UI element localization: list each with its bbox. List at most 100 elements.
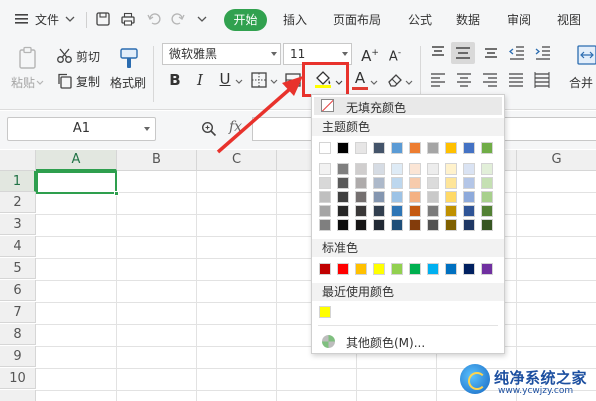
theme-shade-swatch[interactable] [463, 191, 475, 203]
theme-shade-swatch[interactable] [481, 163, 493, 175]
column-header[interactable]: A [36, 150, 117, 171]
theme-color-swatch[interactable] [319, 142, 331, 154]
theme-color-swatch[interactable] [373, 142, 385, 154]
row-header[interactable]: 3 [0, 214, 36, 235]
theme-shade-swatch[interactable] [337, 205, 349, 217]
align-center-icon[interactable] [455, 71, 473, 89]
row-header[interactable]: 5 [0, 258, 36, 279]
eraser-icon[interactable] [386, 71, 404, 89]
name-box[interactable]: A1 [7, 117, 156, 141]
row-header[interactable]: 4 [0, 236, 36, 257]
theme-shade-swatch[interactable] [391, 177, 403, 189]
theme-color-swatch[interactable] [445, 142, 457, 154]
italic-button[interactable]: I [191, 71, 209, 89]
save-icon[interactable] [95, 11, 111, 27]
tab-home[interactable]: 开始 [224, 9, 267, 31]
theme-shade-swatch[interactable] [337, 219, 349, 231]
format-painter-button[interactable]: 格式刷 [110, 74, 146, 91]
scissors-icon[interactable] [56, 47, 74, 65]
align-left-icon[interactable] [429, 71, 447, 89]
align-right-icon[interactable] [481, 71, 499, 89]
tab-page-layout[interactable]: 页面布局 [333, 11, 381, 28]
theme-shade-swatch[interactable] [355, 191, 367, 203]
no-fill-option[interactable]: 无填充颜色 [314, 97, 502, 115]
theme-shade-swatch[interactable] [409, 177, 421, 189]
theme-color-swatch[interactable] [337, 142, 349, 154]
theme-shade-swatch[interactable] [391, 205, 403, 217]
file-menu[interactable]: 文件 [35, 11, 59, 28]
copy-button[interactable]: 复制 [76, 73, 100, 90]
format-painter-icon[interactable] [117, 46, 141, 70]
standard-color-swatch[interactable] [373, 263, 385, 275]
theme-shade-swatch[interactable] [427, 177, 439, 189]
standard-color-swatch[interactable] [355, 263, 367, 275]
column-header[interactable]: B [117, 150, 197, 171]
theme-shade-swatch[interactable] [445, 191, 457, 203]
decrease-font-icon[interactable]: A- [385, 44, 405, 64]
fill-handle[interactable] [114, 191, 119, 196]
theme-shade-swatch[interactable] [445, 163, 457, 175]
underline-button[interactable]: U [216, 70, 234, 88]
active-cell[interactable] [36, 171, 119, 196]
theme-shade-swatch[interactable] [319, 191, 331, 203]
theme-shade-swatch[interactable] [373, 163, 385, 175]
standard-color-swatch[interactable] [337, 263, 349, 275]
theme-shade-swatch[interactable] [409, 163, 421, 175]
theme-shade-swatch[interactable] [355, 177, 367, 189]
theme-shade-swatch[interactable] [319, 163, 331, 175]
align-bottom-icon[interactable] [482, 44, 500, 62]
theme-shade-swatch[interactable] [337, 191, 349, 203]
theme-shade-swatch[interactable] [391, 191, 403, 203]
select-all-corner[interactable] [0, 150, 36, 171]
paste-dropdown-icon[interactable] [35, 75, 45, 85]
theme-shade-swatch[interactable] [391, 163, 403, 175]
column-header[interactable]: C [197, 150, 277, 171]
theme-shade-swatch[interactable] [463, 219, 475, 231]
zoom-search-icon[interactable] [201, 121, 217, 137]
theme-shade-swatch[interactable] [355, 219, 367, 231]
fx-button[interactable]: fx [229, 119, 242, 135]
cut-button[interactable]: 剪切 [76, 48, 100, 65]
row-header[interactable]: 10 [0, 368, 36, 389]
decrease-indent-icon[interactable] [508, 44, 526, 62]
theme-shade-swatch[interactable] [355, 205, 367, 217]
theme-shade-swatch[interactable] [373, 177, 385, 189]
theme-shade-swatch[interactable] [481, 205, 493, 217]
theme-shade-swatch[interactable] [427, 163, 439, 175]
theme-shade-swatch[interactable] [337, 177, 349, 189]
theme-color-swatch[interactable] [391, 142, 403, 154]
hamburger-menu-icon[interactable] [14, 11, 30, 27]
merge-center-icon[interactable] [576, 44, 596, 66]
redo-icon[interactable] [170, 11, 186, 27]
theme-shade-swatch[interactable] [337, 163, 349, 175]
theme-shade-swatch[interactable] [373, 191, 385, 203]
row-header[interactable] [0, 390, 36, 401]
increase-indent-icon[interactable] [534, 44, 552, 62]
standard-color-swatch[interactable] [463, 263, 475, 275]
underline-dropdown-icon[interactable] [234, 74, 244, 84]
theme-shade-swatch[interactable] [463, 163, 475, 175]
row-header[interactable]: 2 [0, 192, 36, 213]
paste-button[interactable]: 粘贴 [11, 74, 35, 91]
tab-data[interactable]: 数据 [456, 11, 480, 28]
theme-shade-swatch[interactable] [481, 219, 493, 231]
theme-color-swatch[interactable] [481, 142, 493, 154]
theme-shade-swatch[interactable] [427, 205, 439, 217]
standard-color-swatch[interactable] [427, 263, 439, 275]
border-dropdown-icon[interactable] [269, 74, 279, 84]
standard-color-swatch[interactable] [409, 263, 421, 275]
theme-shade-swatch[interactable] [319, 205, 331, 217]
row-header[interactable]: 6 [0, 280, 36, 301]
theme-shade-swatch[interactable] [445, 205, 457, 217]
chevron-down-icon[interactable] [64, 13, 80, 29]
theme-color-swatch[interactable] [427, 142, 439, 154]
tab-insert[interactable]: 插入 [283, 11, 307, 28]
theme-shade-swatch[interactable] [481, 177, 493, 189]
theme-shade-swatch[interactable] [391, 219, 403, 231]
theme-color-swatch[interactable] [355, 142, 367, 154]
theme-shade-swatch[interactable] [481, 191, 493, 203]
justify-icon[interactable] [507, 71, 525, 89]
bold-button[interactable]: B [166, 71, 184, 89]
theme-color-swatch[interactable] [463, 142, 475, 154]
row-header[interactable]: 8 [0, 324, 36, 345]
